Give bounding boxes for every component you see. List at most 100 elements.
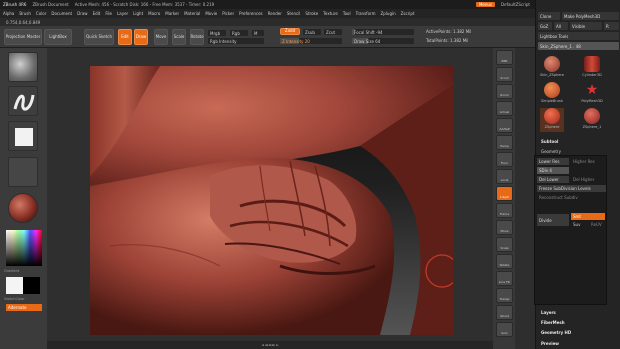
del-higher-button[interactable]: Del Higher bbox=[571, 176, 605, 183]
menu-file[interactable]: File bbox=[105, 11, 112, 16]
menu-texture[interactable]: Texture bbox=[323, 11, 338, 16]
menu-light[interactable]: Light bbox=[133, 11, 143, 16]
sculpt-viewport[interactable] bbox=[90, 66, 453, 335]
tool-zsphere-1[interactable]: ZSphere_1 bbox=[580, 108, 604, 132]
rgb-toggle[interactable]: Rgb bbox=[230, 30, 248, 36]
lsym-button[interactable]: L.Sym bbox=[496, 186, 513, 201]
menu-layer[interactable]: Layer bbox=[117, 11, 128, 16]
menu-macro[interactable]: Macro bbox=[148, 11, 160, 16]
z-intensity-slider[interactable]: Z Intensity 20 bbox=[280, 38, 342, 44]
freeze-subdivision-button[interactable]: Freeze SubDivision Levels bbox=[537, 185, 606, 192]
color-picker[interactable] bbox=[6, 230, 42, 266]
move-button[interactable]: Move bbox=[154, 29, 168, 45]
del-lower-button[interactable]: Del Lower bbox=[537, 176, 569, 183]
menu-brush[interactable]: Brush bbox=[19, 11, 31, 16]
lightbox-button[interactable]: LightBox bbox=[44, 29, 72, 45]
menu-draw[interactable]: Draw bbox=[77, 11, 87, 16]
sdiv-slider[interactable]: SDiv 4 bbox=[537, 167, 569, 174]
ghost-button[interactable]: Ghost bbox=[496, 305, 513, 320]
current-tool-slider[interactable]: Skin_ZSphere_1 . 48 bbox=[538, 42, 619, 50]
scale-button[interactable]: Scale bbox=[172, 29, 186, 45]
geometry-hd-header[interactable]: Geometry HD bbox=[538, 328, 619, 337]
scale-view-button[interactable]: Scale bbox=[496, 237, 513, 252]
linefill-button[interactable]: Line Fill bbox=[496, 271, 513, 286]
menu-tool[interactable]: Tool bbox=[343, 11, 351, 16]
alternate-button[interactable]: Alternate bbox=[6, 304, 42, 311]
visible-button[interactable]: Visible bbox=[570, 22, 602, 30]
goz-button[interactable]: GoZ bbox=[538, 22, 552, 30]
zsub-button[interactable]: Zsub bbox=[303, 29, 321, 35]
tool-simplebrush[interactable]: SimpleBrush bbox=[540, 82, 564, 106]
move-view-button[interactable]: Move bbox=[496, 220, 513, 235]
secondary-color-swatch[interactable] bbox=[23, 277, 40, 294]
alpha-thumbnail[interactable] bbox=[8, 121, 38, 151]
menu-alpha[interactable]: Alpha bbox=[3, 11, 14, 16]
menu-marker[interactable]: Marker bbox=[165, 11, 179, 16]
brush-thumbnail[interactable] bbox=[8, 52, 38, 82]
frame-button[interactable]: Frame bbox=[496, 203, 513, 218]
stroke-thumbnail[interactable] bbox=[8, 86, 38, 116]
menu-color[interactable]: Color bbox=[36, 11, 46, 16]
tool-cylinder3d[interactable]: Cylinder3D bbox=[580, 56, 604, 80]
edit-button[interactable]: Edit bbox=[118, 29, 132, 45]
quick-sketch-button[interactable]: Quick Sketch bbox=[84, 29, 114, 45]
divide-button[interactable]: Divide bbox=[537, 214, 569, 226]
fibermesh-header[interactable]: FiberMesh bbox=[538, 318, 619, 327]
material-thumbnail[interactable] bbox=[8, 193, 38, 223]
zoom-button[interactable]: Zoom bbox=[496, 84, 513, 99]
bpr-button[interactable]: BPR bbox=[496, 50, 513, 65]
scroll-button[interactable]: Scroll bbox=[496, 67, 513, 82]
reconstruct-subdiv-button[interactable]: Reconstruct Subdiv bbox=[537, 194, 606, 201]
rgb-intensity-slider[interactable]: Rgb Intensity bbox=[208, 38, 264, 44]
default-zscript-button[interactable]: DefaultZScript bbox=[501, 2, 530, 7]
menu-render[interactable]: Render bbox=[268, 11, 282, 16]
menu-material[interactable]: Material bbox=[184, 11, 200, 16]
layers-header[interactable]: Layers bbox=[538, 308, 619, 317]
projection-master-button[interactable]: Projection Master bbox=[4, 29, 42, 45]
all-button[interactable]: All bbox=[554, 22, 568, 30]
focal-shift-slider[interactable]: Focal Shift -94 bbox=[352, 29, 414, 35]
floor-button[interactable]: Floor bbox=[496, 152, 513, 167]
menu-picker[interactable]: Picker bbox=[222, 11, 234, 16]
transp-button[interactable]: Transp bbox=[496, 288, 513, 303]
menu-document[interactable]: Document bbox=[51, 11, 72, 16]
solo-button[interactable]: Solo bbox=[496, 322, 513, 337]
m-toggle[interactable]: M bbox=[252, 30, 264, 36]
draw-size-slider[interactable]: Draw Size 64 bbox=[352, 38, 414, 44]
switch-color-button[interactable]: SwitchColor bbox=[4, 297, 25, 301]
draw-button[interactable]: Draw bbox=[134, 29, 148, 45]
menu-zscript[interactable]: Zscript bbox=[401, 11, 415, 16]
tool-zsphere[interactable]: ZSphere bbox=[540, 108, 564, 132]
menu-movie[interactable]: Movie bbox=[205, 11, 217, 16]
suv-toggle[interactable]: Suv bbox=[571, 221, 587, 228]
lower-res-button[interactable]: Lower Res bbox=[537, 158, 569, 165]
smt-toggle[interactable]: Smt bbox=[571, 213, 605, 220]
lightbox-tools-button[interactable]: Lightbox Tools bbox=[538, 32, 619, 40]
panel-scroll-strip[interactable] bbox=[515, 48, 535, 349]
texture-thumbnail[interactable] bbox=[8, 157, 38, 187]
menu-transform[interactable]: Transform bbox=[356, 11, 376, 16]
make-polymesh-button[interactable]: Make PolyMesh3D bbox=[562, 12, 619, 20]
subtool-header[interactable]: Subtool bbox=[538, 137, 619, 146]
r-button[interactable]: R bbox=[604, 22, 619, 30]
tool-skin-zsphere[interactable]: Skin_ZSphere bbox=[540, 56, 564, 80]
actual-button[interactable]: Actual bbox=[496, 101, 513, 116]
aahalf-button[interactable]: AAHalf bbox=[496, 118, 513, 133]
menu-preferences[interactable]: Preferences bbox=[239, 11, 263, 16]
higher-res-button[interactable]: Higher Res bbox=[571, 158, 605, 165]
menu-zplugin[interactable]: Zplugin bbox=[381, 11, 396, 16]
reuv-toggle[interactable]: ReUV bbox=[589, 221, 605, 228]
menu-edit[interactable]: Edit bbox=[93, 11, 101, 16]
local-button[interactable]: Local bbox=[496, 169, 513, 184]
zcut-button[interactable]: Zcut bbox=[324, 29, 342, 35]
rotate-view-button[interactable]: Rotate bbox=[496, 254, 513, 269]
clone-button[interactable]: Clone bbox=[538, 12, 560, 20]
rotate-button[interactable]: Rotate bbox=[190, 29, 204, 45]
preview-header[interactable]: Preview bbox=[538, 339, 619, 348]
mrgb-toggle[interactable]: Mrgb bbox=[208, 30, 226, 36]
zadd-button[interactable]: Zadd bbox=[280, 28, 300, 35]
menu-stroke[interactable]: Stroke bbox=[305, 11, 318, 16]
menus-button[interactable]: Menus bbox=[475, 2, 496, 7]
persp-button[interactable]: Persp bbox=[496, 135, 513, 150]
tool-polymesh3d[interactable]: ★ PolyMesh3D bbox=[580, 82, 604, 106]
